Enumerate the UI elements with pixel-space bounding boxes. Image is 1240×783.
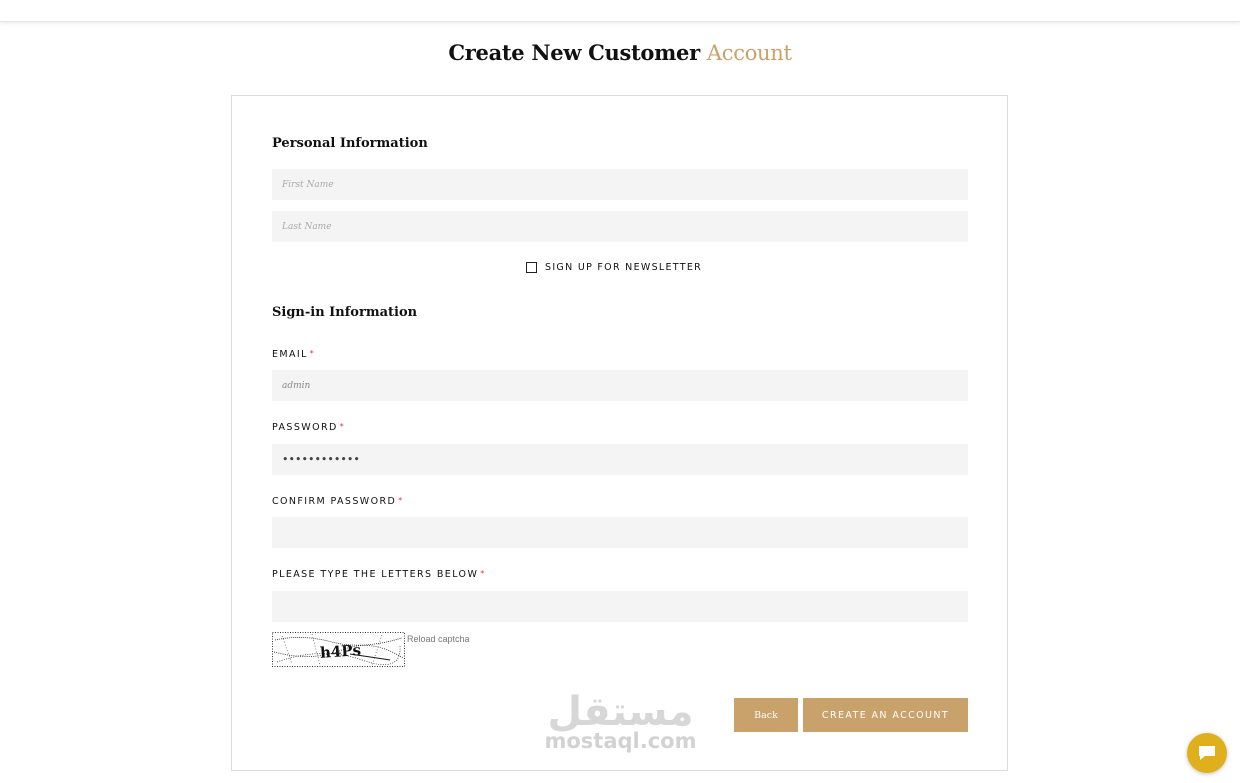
newsletter-label: SIGN UP FOR NEWSLETTER bbox=[545, 262, 703, 273]
password-label-text: PASSWORD bbox=[272, 422, 338, 433]
last-name-input[interactable] bbox=[272, 211, 968, 242]
create-account-button[interactable]: CREATE AN ACCOUNT bbox=[803, 698, 968, 732]
required-mark: * bbox=[398, 496, 404, 505]
top-header-bar bbox=[0, 0, 1240, 22]
create-account-form: Personal Information SIGN UP FOR NEWSLET… bbox=[231, 95, 1008, 771]
email-label-text: EMAIL bbox=[272, 349, 308, 360]
captcha-text: h4Ps bbox=[319, 641, 361, 662]
captcha-label: PLEASE TYPE THE LETTERS BELOW * bbox=[272, 569, 486, 580]
back-button[interactable]: Back bbox=[734, 698, 798, 732]
chat-bubble-icon bbox=[1199, 746, 1215, 760]
captcha-field[interactable] bbox=[272, 591, 968, 622]
checkbox-icon[interactable] bbox=[526, 262, 537, 273]
required-mark: * bbox=[339, 422, 346, 431]
captcha-image: h4Ps bbox=[272, 632, 405, 667]
required-mark: * bbox=[480, 569, 486, 578]
confirm-password-label-text: CONFIRM PASSWORD bbox=[272, 496, 397, 507]
password-field[interactable] bbox=[272, 444, 968, 475]
confirm-password-field[interactable] bbox=[272, 517, 968, 548]
signin-info-heading: Sign-in Information bbox=[272, 305, 418, 320]
first-name-input[interactable] bbox=[272, 169, 968, 200]
email-field[interactable] bbox=[272, 370, 968, 401]
watermark: مستقل mostaql.com bbox=[543, 690, 698, 752]
required-mark: * bbox=[309, 349, 316, 358]
watermark-arabic: مستقل bbox=[547, 689, 694, 735]
captcha-label-text: PLEASE TYPE THE LETTERS BELOW bbox=[272, 569, 479, 580]
watermark-latin: mostaql.com bbox=[544, 729, 697, 753]
page-title-main: Create New Customer bbox=[448, 40, 700, 65]
personal-info-heading: Personal Information bbox=[272, 136, 428, 151]
newsletter-option[interactable]: SIGN UP FOR NEWSLETTER bbox=[526, 262, 702, 273]
password-label: PASSWORD * bbox=[272, 422, 345, 433]
page-title-accent: Account bbox=[706, 41, 792, 65]
reload-captcha-link[interactable]: Reload captcha bbox=[407, 634, 470, 644]
confirm-password-label: CONFIRM PASSWORD * bbox=[272, 496, 404, 507]
chat-button[interactable] bbox=[1187, 733, 1227, 773]
page-title: Create New Customer Account bbox=[0, 40, 1240, 65]
email-label: EMAIL * bbox=[272, 349, 315, 360]
